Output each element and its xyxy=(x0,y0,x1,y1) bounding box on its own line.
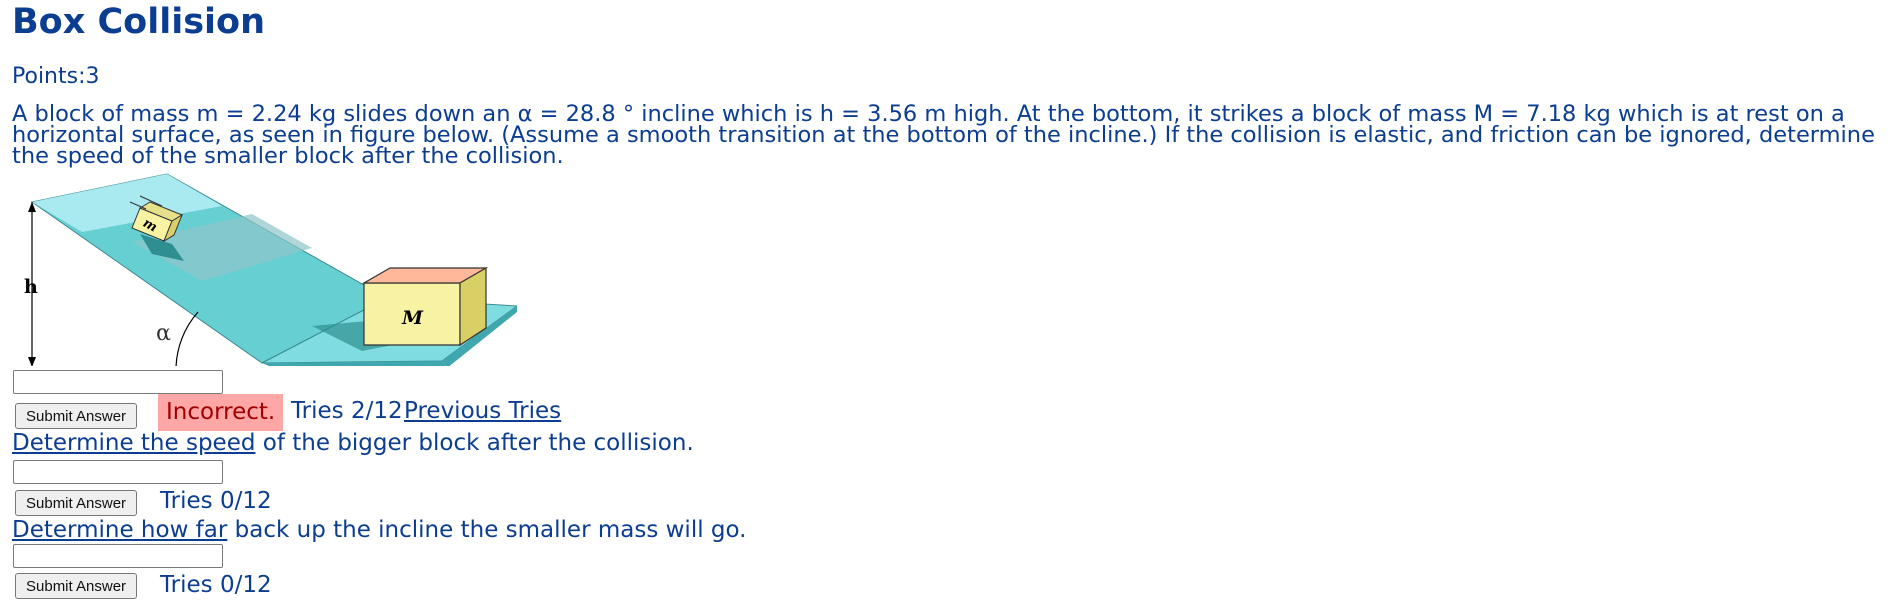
big-block-label: M xyxy=(401,307,424,329)
height-arrow-bottom xyxy=(28,357,36,367)
angle-label: α xyxy=(156,321,171,346)
incline-figure: m M h α xyxy=(12,166,519,369)
question-2: Determine the speed of the bigger block … xyxy=(12,430,694,456)
question-3: Determine how far back up the incline th… xyxy=(12,517,746,543)
submit-answer-button-2[interactable]: Submit Answer xyxy=(15,490,138,516)
big-block: M xyxy=(361,266,489,347)
answer-input-2[interactable] xyxy=(13,460,223,484)
incline-diagram: m M h α xyxy=(14,173,519,369)
tries-counter-1: Tries 2/12 xyxy=(291,398,403,424)
question-3-link[interactable]: Determine how far xyxy=(12,517,227,543)
angle-arc xyxy=(175,311,199,369)
height-label: h xyxy=(24,276,38,298)
question-2-link[interactable]: Determine the speed xyxy=(12,430,255,456)
tries-counter-2: Tries 0/12 xyxy=(160,488,272,514)
question-3-text: back up the incline the smaller mass wil… xyxy=(227,517,747,543)
answer-input-3[interactable] xyxy=(13,544,223,568)
answer-input-1[interactable] xyxy=(13,370,223,394)
problem-statement: A block of mass m = 2.24 kg slides down … xyxy=(12,101,1875,169)
points-label: Points:3 xyxy=(12,64,100,89)
question-2-text: of the bigger block after the collision. xyxy=(255,430,694,456)
status-badge-incorrect: Incorrect. xyxy=(158,394,284,431)
previous-tries-link[interactable]: Previous Tries xyxy=(404,398,561,424)
tries-counter-3: Tries 0/12 xyxy=(160,572,272,598)
page-title: Box Collision xyxy=(12,2,265,42)
submit-answer-button-3[interactable]: Submit Answer xyxy=(15,573,138,599)
submit-answer-button-1[interactable]: Submit Answer xyxy=(15,403,138,429)
